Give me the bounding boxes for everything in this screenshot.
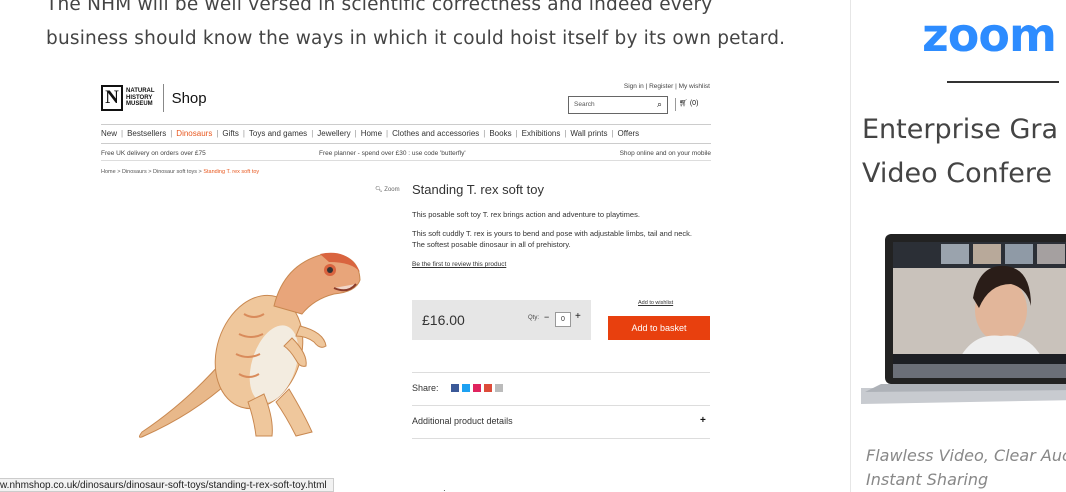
nav-separator: | xyxy=(311,129,314,138)
nav-item-offers[interactable]: Offers xyxy=(618,129,640,138)
basket-count: (0) xyxy=(689,100,699,107)
email-icon[interactable] xyxy=(495,384,503,392)
facebook-icon[interactable] xyxy=(451,384,459,392)
logo-word: NATURAL xyxy=(126,88,155,95)
divider xyxy=(412,438,710,439)
stray-glyph: · xyxy=(443,486,446,492)
ad-headline-line-1: Enterprise Gra xyxy=(862,114,1059,145)
nav-separator: | xyxy=(515,129,518,138)
zoom-label: Zoom xyxy=(384,187,400,193)
nav-separator: | xyxy=(170,129,173,138)
logo-shop-label: Shop xyxy=(171,89,207,107)
intro-paragraph: The NHM will be well versed in scientifi… xyxy=(46,0,806,56)
nav-item-exhibitions[interactable]: Exhibitions xyxy=(522,129,561,138)
qty-decrement-button[interactable]: − xyxy=(544,312,549,322)
divider xyxy=(675,98,676,111)
add-to-basket-button[interactable]: Add to basket xyxy=(608,316,710,340)
nhm-logo-words: NATURAL HISTORY MUSEUM xyxy=(126,88,155,108)
nav-item-toys-and-games[interactable]: Toys and games xyxy=(249,129,307,138)
divider xyxy=(412,372,710,373)
nav-item-jewellery[interactable]: Jewellery xyxy=(317,129,350,138)
nav-item-clothes-and-accessories[interactable]: Clothes and accessories xyxy=(392,129,479,138)
nav-item-bestsellers[interactable]: Bestsellers xyxy=(127,129,166,138)
search-input[interactable]: Search ⌕ xyxy=(568,96,668,114)
ad-tagline-line-1: Flawless Video, Clear Auc xyxy=(866,446,1066,465)
zoom-icon: 🔍︎ xyxy=(375,187,383,193)
product-description-long: This soft cuddly T. rex is yours to bend… xyxy=(412,229,693,249)
nav-item-home[interactable]: Home xyxy=(361,129,382,138)
promo-delivery: Free UK delivery on orders over £75 xyxy=(101,150,206,157)
add-to-wishlist-link[interactable]: Add to wishlist xyxy=(638,300,673,306)
account-links[interactable]: Sign in | Register | My wishlist xyxy=(624,83,710,90)
laptop-video-call-image xyxy=(861,234,1066,404)
product-title: Standing T. rex soft toy xyxy=(412,182,544,197)
product-price: £16.00 xyxy=(422,312,465,328)
breadcrumb-item[interactable]: Dinosaur soft toys xyxy=(153,169,197,175)
logo-divider xyxy=(162,84,164,112)
intro-line-2: business should know the ways in which i… xyxy=(46,28,786,49)
ad-headline: Enterprise Gra Video Confere xyxy=(862,108,1058,196)
googleplus-icon[interactable] xyxy=(484,384,492,392)
promo-bar: Free UK delivery on orders over £75 Free… xyxy=(101,149,711,161)
zoom-logo: zoom xyxy=(922,8,1057,62)
expand-plus-icon[interactable]: + xyxy=(700,415,706,426)
nav-separator: | xyxy=(564,129,567,138)
zoom-ad[interactable]: zoom Enterprise Gra Video Confere Flawle… xyxy=(850,0,1066,492)
share-label: Share: xyxy=(412,383,439,393)
logo-word: MUSEUM xyxy=(126,101,153,108)
nav-separator: | xyxy=(483,129,486,138)
article: The NHM will be well versed in scientifi… xyxy=(0,0,850,492)
divider xyxy=(412,405,710,406)
basket-icon: 🛒︎ xyxy=(679,100,688,107)
qty-input[interactable]: 0 xyxy=(555,312,571,327)
breadcrumb-item[interactable]: Dinosaurs xyxy=(122,169,147,175)
breadcrumb-current: Standing T. rex soft toy xyxy=(203,169,260,175)
share-icons xyxy=(451,384,503,392)
nav-separator: | xyxy=(354,129,357,138)
basket-button[interactable]: 🛒︎ (0) xyxy=(679,99,698,107)
nav-item-dinosaurs[interactable]: Dinosaurs xyxy=(176,129,212,138)
product-description-short: This posable soft toy T. rex brings acti… xyxy=(412,210,640,219)
shop-screenshot: N NATURAL HISTORY MUSEUM Shop Sign in | … xyxy=(96,74,716,446)
ad-divider xyxy=(947,81,1059,83)
zoom-button[interactable]: 🔍︎ Zoom xyxy=(375,186,400,193)
promo-mobile: Shop online and on your mobile xyxy=(619,150,711,157)
additional-details-toggle[interactable]: Additional product details xyxy=(412,416,513,426)
nav-item-new[interactable]: New xyxy=(101,129,117,138)
nav-separator: | xyxy=(611,129,614,138)
breadcrumb-item[interactable]: Home xyxy=(101,169,116,175)
nav-separator: | xyxy=(242,129,245,138)
search-placeholder: Search xyxy=(574,101,595,108)
twitter-icon[interactable] xyxy=(462,384,470,392)
pinterest-icon[interactable] xyxy=(473,384,481,392)
intro-line-1: The NHM will be well versed in scientifi… xyxy=(46,0,713,15)
main-nav: New | Bestsellers | Dinosaurs | Gifts | Toys and… xyxy=(101,124,711,144)
nhm-logo-mark: N xyxy=(101,85,123,111)
qty-label: Qty: xyxy=(528,315,540,321)
breadcrumb: Home > Dinosaurs > Dinosaur soft toys > … xyxy=(101,169,260,175)
nav-item-books[interactable]: Books xyxy=(489,129,511,138)
ad-tagline-line-2: Instant Sharing xyxy=(866,470,989,489)
qty-increment-button[interactable]: + xyxy=(575,311,581,322)
nav-separator: | xyxy=(216,129,219,138)
nav-item-gifts[interactable]: Gifts xyxy=(222,129,238,138)
review-link[interactable]: Be the first to review this product xyxy=(412,261,506,268)
promo-planner: Free planner - spend over £30 : use code… xyxy=(319,150,466,157)
search-icon[interactable]: ⌕ xyxy=(657,99,662,110)
nav-separator: | xyxy=(121,129,124,138)
ad-headline-line-2: Video Confere xyxy=(862,158,1052,189)
trex-toy-image xyxy=(138,252,361,438)
nav-item-wall-prints[interactable]: Wall prints xyxy=(570,129,607,138)
nav-separator: | xyxy=(386,129,389,138)
ad-tagline: Flawless Video, Clear Auc Instant Sharin… xyxy=(866,444,1066,492)
status-bar-url: w.nhmshop.co.uk/dinosaurs/dinosaur-soft-… xyxy=(0,478,334,492)
nhm-shop-logo[interactable]: N NATURAL HISTORY MUSEUM Shop xyxy=(101,84,207,112)
price-box: £16.00 Qty: − 0 + xyxy=(412,300,591,340)
